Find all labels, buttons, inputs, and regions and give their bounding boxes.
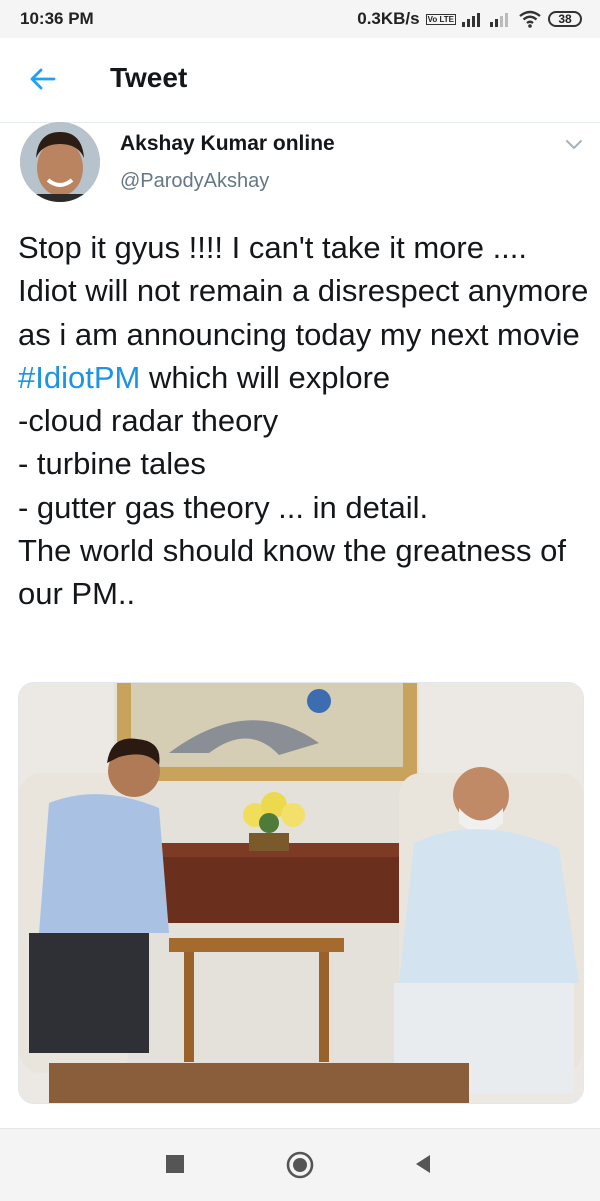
volte-icon: Vo LTE <box>425 13 456 25</box>
wifi-icon <box>519 10 541 28</box>
status-time: 10:36 PM <box>20 9 94 28</box>
tweet-photo[interactable] <box>18 682 584 1104</box>
author-name[interactable]: Akshay Kumar online <box>120 132 335 156</box>
avatar[interactable] <box>20 122 100 202</box>
battery-icon: 38 <box>548 11 582 27</box>
status-indicators: 0.3KB/s Vo LTE 38 <box>357 9 582 29</box>
recents-square-icon[interactable] <box>166 1155 184 1173</box>
author-handle[interactable]: @ParodyAkshay <box>120 170 269 193</box>
photo-image <box>19 683 583 1103</box>
page-title: Tweet <box>110 62 188 93</box>
avatar-image <box>20 122 100 202</box>
tweet-text: Stop it gyus !!!! I can't take it more .… <box>18 226 590 616</box>
home-circle-icon[interactable] <box>286 1151 314 1179</box>
hashtag-link[interactable]: #IdiotPM <box>18 360 140 395</box>
system-nav-bar <box>0 1128 600 1201</box>
back-triangle-icon[interactable] <box>414 1153 432 1175</box>
arrow-left-icon[interactable] <box>28 64 58 94</box>
signal-icon <box>462 13 480 27</box>
data-speed: 0.3KB/s <box>357 9 420 28</box>
signal-icon-2 <box>490 13 508 27</box>
status-bar: 10:36 PM 0.3KB/s Vo LTE 38 <box>0 0 600 38</box>
tweet-text-before: Stop it gyus !!!! I can't take it more .… <box>18 230 589 352</box>
chevron-down-icon[interactable] <box>562 132 586 156</box>
app-header: Tweet <box>0 38 600 123</box>
tweet-text-after: which will explore -cloud radar theory -… <box>18 359 566 612</box>
